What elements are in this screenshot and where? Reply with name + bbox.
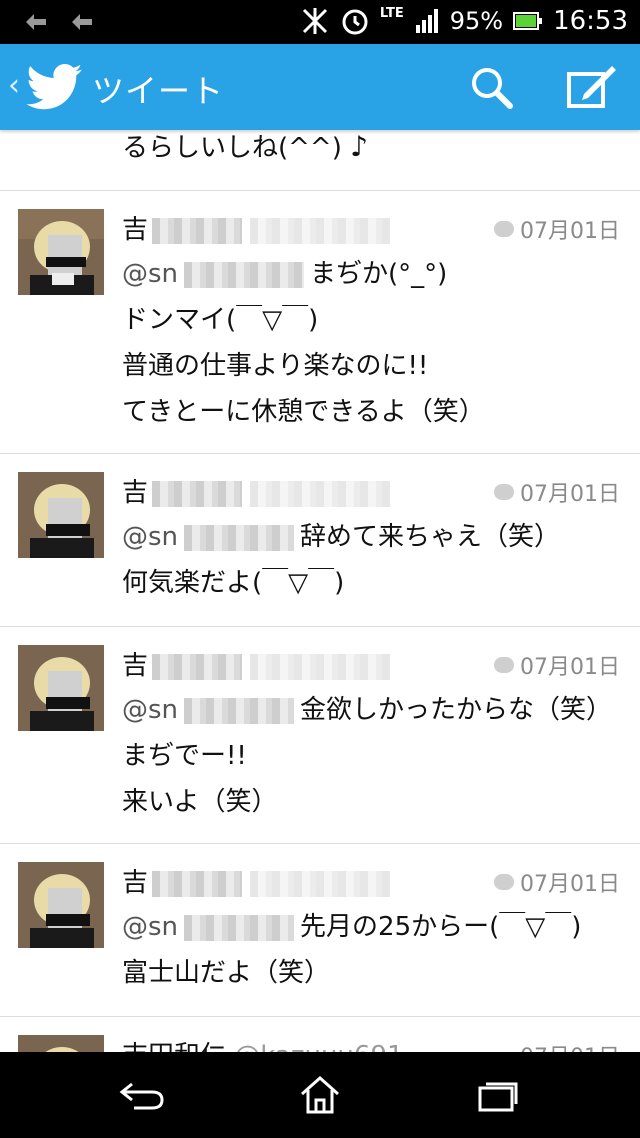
twitter-bird-icon[interactable]: [26, 64, 84, 110]
mention[interactable]: @sn: [122, 259, 178, 289]
timeline[interactable]: るらしいしね(^^) ♪ 吉 07月01日 @sn まぢか(°_°) ドンマイ(￣…: [0, 130, 640, 1052]
tweet-partial[interactable]: るらしいしね(^^) ♪: [0, 130, 640, 191]
alarm-icon: [342, 9, 368, 35]
notification-icon: [26, 14, 46, 30]
music-note-icon: ♪: [350, 130, 368, 163]
redacted-name: [152, 653, 243, 680]
network-type: LTE: [379, 6, 404, 21]
redacted-name: [152, 870, 243, 897]
tweet-item[interactable]: 吉 07月01日 @sn まぢか(°_°) ドンマイ(￣▽￣) 普通の仕事より楽な…: [0, 191, 640, 454]
search-icon[interactable]: [470, 66, 514, 110]
redacted-name: [152, 480, 243, 507]
redacted-handle: [250, 217, 391, 244]
clock: 16:53: [553, 6, 628, 36]
user-name: 吉: [122, 645, 391, 682]
mention[interactable]: @sn: [122, 695, 178, 725]
app-title: ツイート: [92, 72, 225, 110]
user-name: 吉田和仁 @kazuuu691: [122, 1035, 404, 1052]
tweet-date: 07月01日: [494, 649, 620, 681]
redacted-name: [152, 217, 243, 244]
redacted-handle: [250, 653, 391, 680]
avatar[interactable]: [18, 209, 104, 295]
tweet-date: 07月01日: [494, 476, 620, 508]
user-name: 吉: [122, 862, 391, 899]
compose-icon[interactable]: [566, 64, 618, 110]
tweet-text: @sn まぢか(°_°) ドンマイ(￣▽￣) 普通の仕事より楽なのに!! てきとー…: [122, 259, 485, 427]
app-bar: ‹ ツイート: [0, 44, 640, 130]
avatar[interactable]: [18, 645, 104, 731]
speech-bubble-icon: [494, 657, 514, 673]
speech-bubble-icon: [494, 484, 514, 500]
redacted-mention: [184, 914, 295, 941]
user-name: 吉: [122, 209, 391, 246]
signal-icon: [415, 9, 438, 33]
tweet-text: @sn 辞めて来ちゃえ（笑） 何気楽だよ(￣▽￣): [122, 522, 561, 598]
back-icon[interactable]: [118, 1074, 166, 1114]
navigation-bar: [0, 1052, 640, 1138]
redacted-mention: [184, 524, 295, 551]
speech-bubble-icon: [494, 221, 514, 237]
redacted-mention: [184, 261, 305, 288]
redacted-handle: [250, 480, 391, 507]
tweet-date: 07月01日: [494, 213, 620, 245]
tweet-date: 07月01日: [494, 866, 620, 898]
speech-bubble-icon: [494, 874, 514, 890]
nfc-icon: [302, 8, 327, 34]
recent-apps-icon[interactable]: [474, 1074, 522, 1114]
home-icon[interactable]: [298, 1074, 342, 1116]
avatar[interactable]: [18, 472, 104, 558]
tweet-date: 07月01日: [520, 1039, 620, 1052]
battery-icon: [513, 12, 543, 30]
mention[interactable]: @sn: [122, 522, 178, 552]
tweet-item[interactable]: 吉 07月01日 @sn 辞めて来ちゃえ（笑） 何気楽だよ(￣▽￣): [0, 454, 640, 627]
back-chevron-icon[interactable]: ‹: [8, 68, 20, 103]
redacted-handle: [250, 870, 391, 897]
tweet-item[interactable]: 吉 07月01日 @sn 金欲しかったからな（笑） まぢでー!! 来いよ（笑）: [0, 627, 640, 844]
tweet-text: @sn 金欲しかったからな（笑） まぢでー!! 来いよ（笑）: [122, 695, 613, 817]
battery-percent: 95%: [449, 7, 504, 35]
status-bar: LTE 95% 16:53: [0, 0, 640, 44]
redacted-mention: [184, 697, 295, 724]
notification-icon-2: [72, 14, 92, 30]
user-name: 吉: [122, 472, 391, 509]
avatar[interactable]: [18, 862, 104, 948]
tweet-item[interactable]: 吉田和仁 @kazuuu691 07月01日: [0, 1017, 640, 1052]
tweet-text: るらしいしね(^^) ♪: [122, 130, 368, 163]
tweet-text: @sn 先月の25からー(￣▽￣) 富士山だよ（笑）: [122, 912, 582, 988]
tweet-item[interactable]: 吉 07月01日 @sn 先月の25からー(￣▽￣) 富士山だよ（笑）: [0, 844, 640, 1017]
avatar[interactable]: [18, 1035, 104, 1052]
mention[interactable]: @sn: [122, 912, 178, 942]
